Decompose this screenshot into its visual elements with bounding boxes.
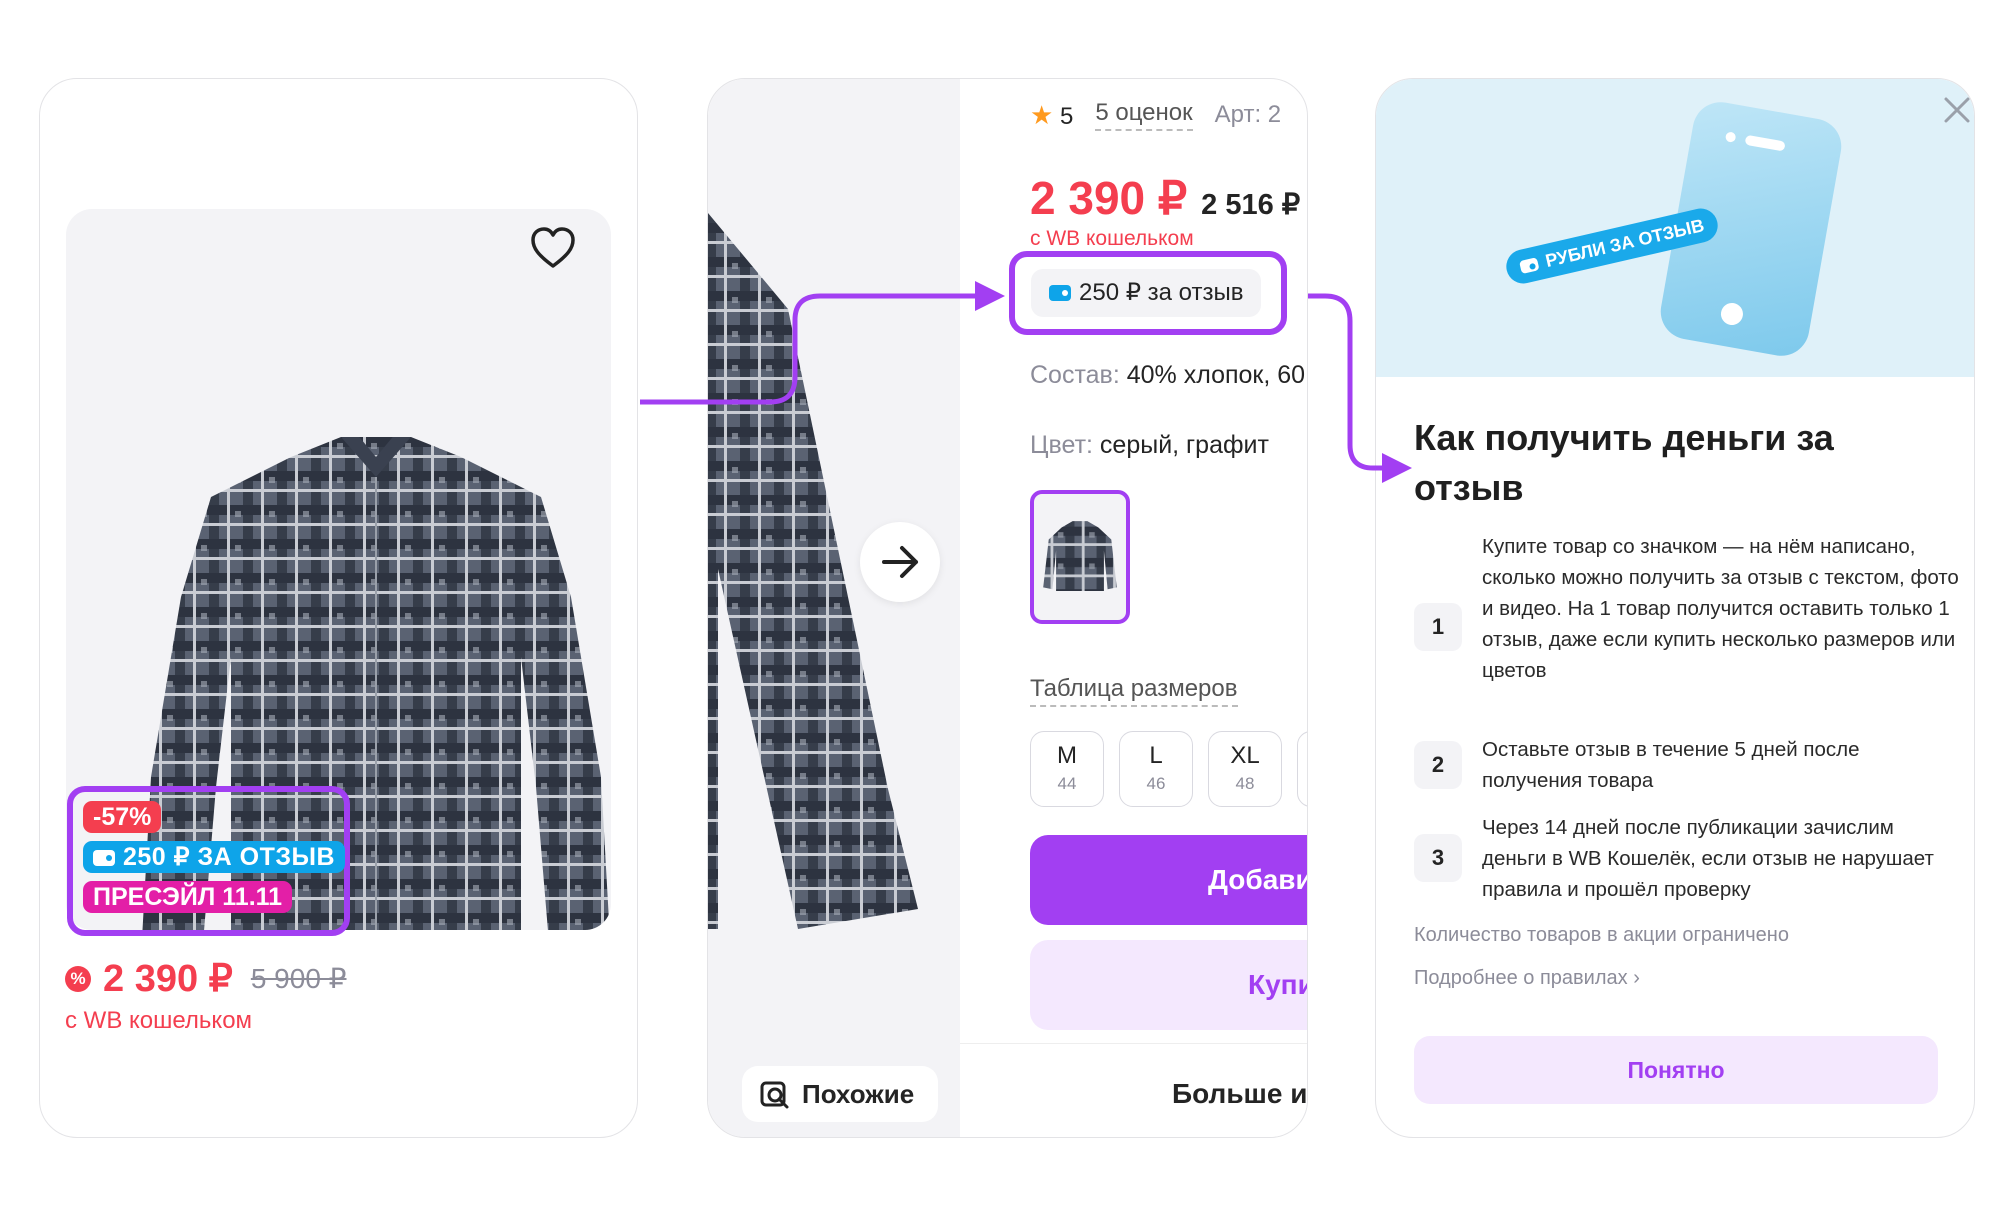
- arrow-1-head: [975, 281, 1005, 311]
- arrow-2: [1308, 293, 1385, 471]
- arrow-2-head: [1382, 453, 1412, 483]
- arrow-1: [640, 293, 975, 405]
- flow-arrows: [640, 281, 1412, 483]
